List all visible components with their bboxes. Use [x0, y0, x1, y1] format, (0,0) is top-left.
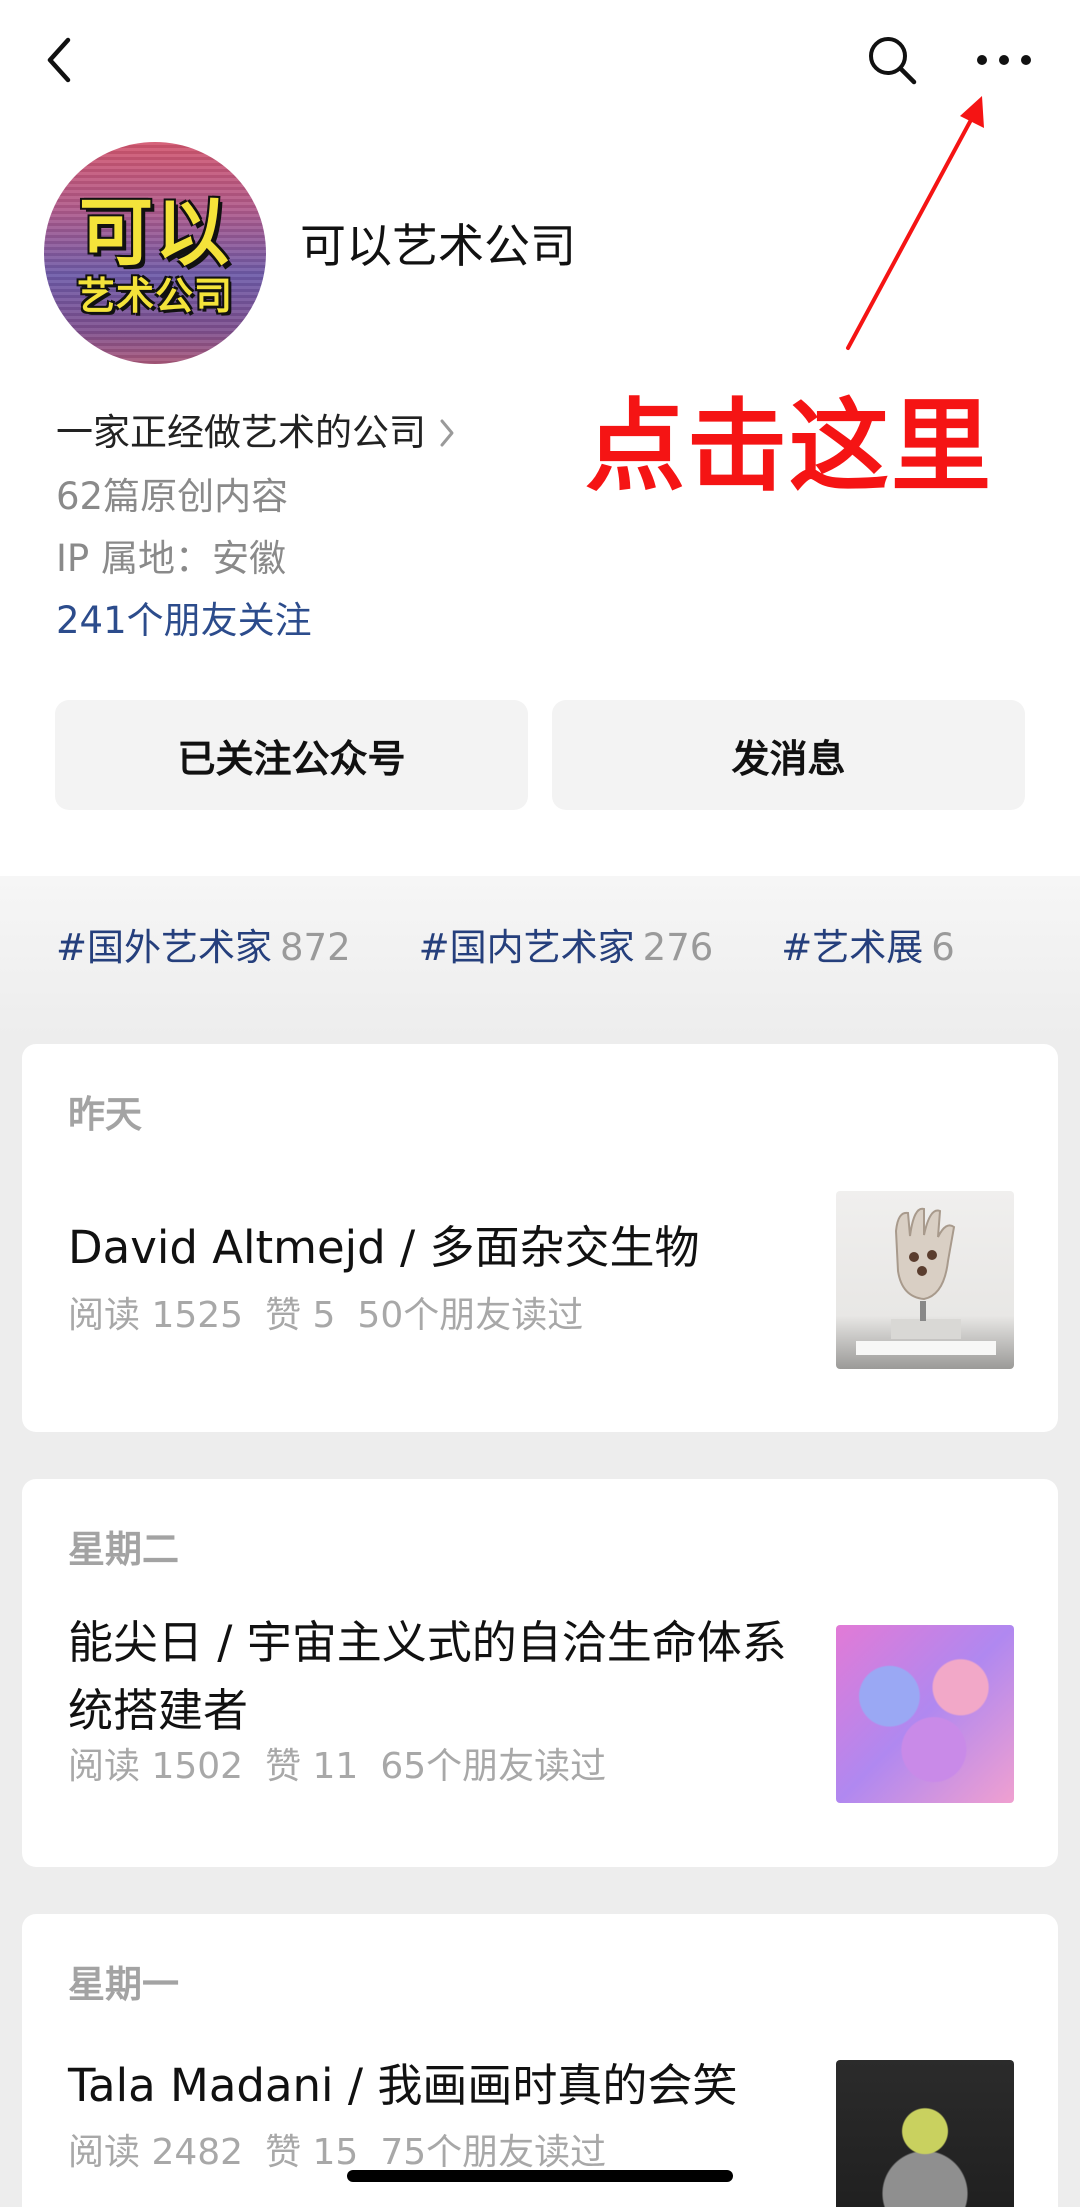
account-profile-page: 可以 艺术公司 可以艺术公司 点击这里 一家正经做艺术的公司 62篇原创内容 I… — [0, 0, 1080, 2207]
original-articles-count: 62篇原创内容 — [56, 475, 289, 518]
friends-following-link[interactable]: 241个朋友关注 — [56, 596, 312, 646]
article-thumbnail — [836, 1191, 1014, 1369]
article-stats: 阅读 1525 赞 5 50个朋友读过 — [68, 1291, 605, 1341]
article-title: 能尖日 / 宇宙主义式的自洽生命体系统搭建者 — [68, 1616, 787, 1737]
friends-read: 50个朋友读过 — [357, 1295, 584, 1336]
tag-count: 6 — [931, 926, 955, 969]
chevron-right-icon — [438, 417, 456, 449]
read-count: 阅读 1525 — [68, 1295, 244, 1336]
article-date: 星期二 — [68, 1528, 179, 1571]
bio-row[interactable]: 一家正经做艺术的公司 — [56, 408, 456, 458]
article-title: Tala Madani / 我画画时真的会笑 — [68, 2059, 738, 2112]
tag-count: 872 — [280, 926, 351, 969]
like-count: 赞 5 — [265, 1295, 336, 1336]
search-icon — [869, 37, 917, 85]
annotation-text: 点击这里 — [585, 388, 993, 505]
tag-count: 276 — [642, 926, 714, 969]
topic-tags: #国外艺术家 872 #国内艺术家 276 #艺术展 6 — [56, 918, 1023, 978]
bio-text: 一家正经做艺术的公司 — [56, 411, 426, 454]
top-bar — [0, 0, 1080, 125]
like-count: 赞 15 — [265, 2132, 359, 2173]
article-thumbnail — [836, 2060, 1014, 2207]
like-count: 赞 11 — [265, 1746, 359, 1787]
read-count: 阅读 2482 — [68, 2132, 244, 2173]
article-stats: 阅读 1502 赞 11 65个朋友读过 — [68, 1742, 628, 1792]
article-card[interactable]: 昨天 David Altmejd / 多面杂交生物 阅读 1525 赞 5 50个朋… — [22, 1044, 1058, 1432]
ip-location: IP 属地：安徽 — [56, 537, 286, 580]
read-count: 阅读 1502 — [68, 1746, 244, 1787]
avatar[interactable]: 可以 艺术公司 — [44, 142, 266, 364]
more-button[interactable] — [964, 28, 1044, 92]
followed-account-button[interactable]: 已关注公众号 — [55, 700, 528, 810]
article-date: 星期一 — [68, 1963, 179, 2006]
friends-read: 75个朋友读过 — [380, 2132, 607, 2173]
article-thumbnail — [836, 1625, 1014, 1803]
article-card[interactable]: 星期一 Tala Madani / 我画画时真的会笑 阅读 2482 赞 15 75… — [22, 1914, 1058, 2207]
back-button[interactable] — [28, 28, 92, 92]
article-card[interactable]: 星期二 能尖日 / 宇宙主义式的自洽生命体系统搭建者 阅读 1502 赞 11 65… — [22, 1479, 1058, 1867]
more-horizontal-icon — [977, 55, 1031, 65]
tag-label: #国内艺术家 — [418, 926, 635, 969]
tag-foreign-artists[interactable]: #国外艺术家 872 — [56, 918, 351, 978]
account-name: 可以艺术公司 — [300, 219, 576, 273]
tag-label: #国外艺术家 — [56, 926, 273, 969]
home-indicator[interactable] — [347, 2170, 733, 2182]
tag-label: #艺术展 — [781, 926, 924, 969]
tag-art-exhibitions[interactable]: #艺术展 6 — [781, 918, 955, 978]
chevron-left-icon — [47, 37, 71, 83]
friends-read: 65个朋友读过 — [380, 1746, 607, 1787]
search-button[interactable] — [856, 28, 928, 92]
article-date: 昨天 — [68, 1093, 142, 1136]
tag-domestic-artists[interactable]: #国内艺术家 276 — [419, 918, 714, 978]
avatar-text-line2: 艺术公司 — [76, 274, 233, 318]
article-title: David Altmejd / 多面杂交生物 — [68, 1221, 700, 1274]
send-message-button[interactable]: 发消息 — [552, 700, 1025, 810]
avatar-text-line1: 可以 — [79, 190, 231, 276]
